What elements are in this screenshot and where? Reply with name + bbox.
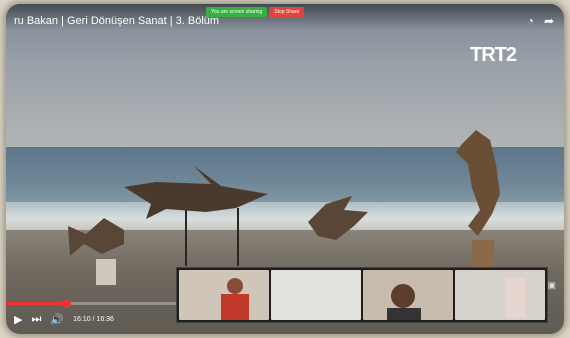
screen-sharing-indicator[interactable]: You are screen sharing [206, 7, 268, 17]
player-controls: ▶ ⏭ 🔊 16:10 / 16:36 [6, 307, 190, 331]
minimize-icon[interactable]: ▣ [547, 280, 556, 291]
participant-video [271, 270, 361, 320]
progress-fill [6, 302, 66, 305]
play-icon[interactable]: ▶ [14, 313, 22, 326]
participant-tile[interactable] [455, 270, 545, 320]
progress-bar[interactable] [6, 299, 182, 308]
participant-video [455, 270, 545, 320]
share-icon[interactable]: ➦ [544, 14, 554, 28]
volume-icon[interactable]: 🔊 [50, 313, 64, 326]
time-display: 16:10 / 16:36 [73, 315, 114, 323]
screenshot-frame: ru Bakan | Geri Dönüşen Sanat | 3. Bölüm… [6, 4, 564, 334]
shark-sculpture [124, 166, 268, 266]
seahorse-sculpture [456, 130, 500, 274]
participant-tile[interactable] [271, 270, 361, 320]
participant-tile[interactable] [179, 270, 269, 320]
zoom-share-bar: You are screen sharing Stop Share [206, 7, 305, 17]
participant-video [363, 270, 453, 320]
channel-logo: TRT2 [470, 44, 517, 66]
video-title[interactable]: ru Bakan | Geri Dönüşen Sanat | 3. Bölüm [14, 15, 219, 27]
stop-share-button[interactable]: Stop Share [269, 7, 305, 17]
clock-icon[interactable]: ◔ [527, 14, 534, 28]
participant-video [179, 270, 269, 320]
fish-sculpture-left [68, 218, 124, 285]
video-call-gallery [176, 267, 548, 323]
fish-sculpture-right [308, 196, 368, 240]
video-player[interactable]: ru Bakan | Geri Dönüşen Sanat | 3. Bölüm… [6, 4, 564, 334]
next-icon[interactable]: ⏭ [31, 313, 41, 326]
participant-tile[interactable] [363, 270, 453, 320]
